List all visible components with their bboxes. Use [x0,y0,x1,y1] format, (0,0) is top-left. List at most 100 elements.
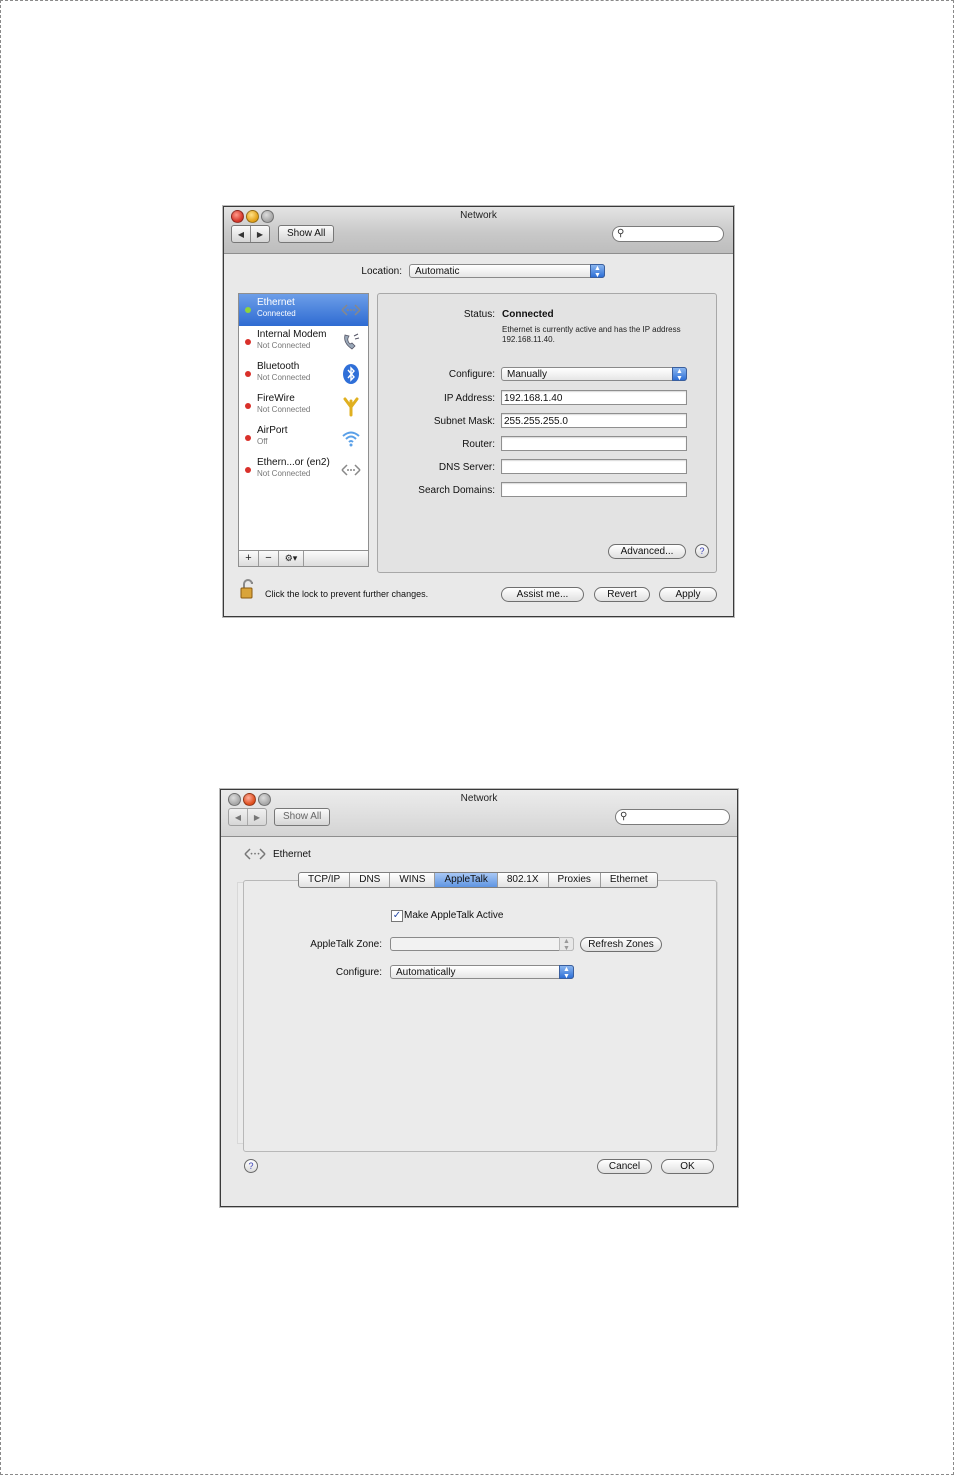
status-dot-icon [245,371,251,377]
advanced-tabs: TCP/IP DNS WINS AppleTalk 802.1X Proxies Ether… [298,872,658,888]
service-item[interactable]: Ethern...or (en2) Not Connected [239,454,368,486]
apply-button[interactable]: Apply [659,587,717,602]
configure-popup[interactable]: Automatically ▲ ▼ [390,965,574,980]
subnet-mask-label: Subnet Mask: [433,416,495,427]
service-name: Ethernet [273,849,311,860]
status-dot-icon [245,435,251,441]
bluetooth-icon [340,363,362,385]
configure-popup[interactable]: Manually ▲ ▼ [501,367,687,382]
assist-me-button[interactable]: Assist me... [501,587,584,602]
lock-text: Click the lock to prevent further change… [265,589,429,599]
service-name: FireWire [257,393,295,404]
router-field[interactable] [501,436,687,451]
cancel-button[interactable]: Cancel [597,1159,652,1174]
ok-button[interactable]: OK [661,1159,714,1174]
ip-address-label: IP Address: [444,393,495,404]
status-dot-icon [245,403,251,409]
ethernet-icon [340,459,362,481]
status-dot-icon [245,339,251,345]
nav-buttons: ◀ ▶ [231,225,270,243]
service-status: Not Connected [257,373,311,382]
firewire-icon [340,395,362,417]
show-all-button[interactable]: Show All [274,808,331,826]
appletalk-zone-label: AppleTalk Zone: [310,939,382,950]
refresh-zones-button[interactable]: Refresh Zones [580,937,662,952]
service-name: Ethern...or (en2) [257,457,330,468]
tab-wins[interactable]: WINS [390,873,436,887]
window-toolbar: Network ◀ ▶ Show All ⚲ [221,790,737,837]
configure-value: Manually [507,369,548,380]
network-window-main: Network ◀ ▶ Show All ⚲ Location: Automat… [223,206,734,617]
telephone-icon [340,331,362,353]
tab-proxies[interactable]: Proxies [549,873,601,887]
tab-appletalk[interactable]: AppleTalk [435,873,498,887]
ethernet-icon: ••• [244,848,266,860]
network-window-advanced: Network ◀ ▶ Show All ⚲ ••• Ethernet TCP/… [220,789,738,1207]
search-icon: ⚲ [620,811,628,822]
dns-server-field[interactable] [501,459,687,474]
service-item[interactable]: FireWire Not Connected [239,390,368,422]
advanced-button[interactable]: Advanced... [608,544,686,559]
service-actions-gear-icon[interactable]: ⚙▾ [279,551,304,566]
service-status: Not Connected [257,405,311,414]
status-description: Ethernet is currently active and has the… [502,325,681,344]
popup-arrows-icon: ▲ ▼ [590,264,605,279]
search-field[interactable]: ⚲ [612,226,724,242]
service-name: Internal Modem [257,329,327,340]
tab-dns[interactable]: DNS [350,873,391,887]
service-item[interactable]: Ethernet Connected [239,294,368,326]
help-icon[interactable]: ? [244,1159,258,1173]
svg-text:•••: ••• [250,851,261,858]
service-item[interactable]: Internal Modem Not Connected [239,326,368,358]
search-field[interactable]: ⚲ [615,809,730,825]
tab-tcp-ip[interactable]: TCP/IP [299,873,351,887]
location-label: Location: [361,266,402,277]
status-label: Status: [463,309,495,320]
appletalk-zone-popup[interactable]: ▲ ▼ [390,937,574,952]
forward-icon[interactable]: ▶ [250,226,269,242]
status-dot-icon [245,307,251,313]
ip-address-field[interactable]: 192.168.1.40 [501,390,687,405]
service-item[interactable]: Bluetooth Not Connected [239,358,368,390]
router-label: Router: [462,439,495,450]
remove-service-button[interactable]: − [259,551,279,566]
subnet-mask-field[interactable]: 255.255.255.0 [501,413,687,428]
dns-server-label: DNS Server: [438,462,495,473]
help-icon[interactable]: ? [695,544,709,558]
status-dot-icon [245,467,251,473]
popup-arrows-icon: ▲ ▼ [559,937,574,952]
window-title: Network [460,793,498,804]
revert-button[interactable]: Revert [594,587,650,602]
search-domains-label: Search Domains: [418,485,495,496]
nav-buttons: ◀ ▶ [228,808,267,826]
service-detail-panel: Status: Connected Ethernet is currently … [377,293,717,573]
configure-label: Configure: [335,967,382,978]
service-name: Bluetooth [257,361,300,372]
search-domains-field[interactable] [501,482,687,497]
tab-ethernet[interactable]: Ethernet [601,873,657,887]
tab-802-1x[interactable]: 802.1X [498,873,549,887]
service-name: Ethernet [257,297,295,308]
make-appletalk-active-checkbox[interactable]: ✓ [391,910,403,922]
location-popup[interactable]: Automatic ▲ ▼ [409,264,605,279]
window-title: Network [460,210,497,221]
lock-icon[interactable] [240,579,256,599]
wifi-icon [340,427,362,449]
window-toolbar: Network ◀ ▶ Show All ⚲ [224,207,733,254]
back-icon[interactable]: ◀ [232,226,250,242]
popup-arrows-icon: ▲ ▼ [559,965,574,980]
configure-label: Configure: [448,369,495,380]
service-list-toolbar: + − ⚙▾ [238,551,369,567]
search-icon: ⚲ [617,228,625,239]
service-name: AirPort [257,425,288,436]
forward-icon[interactable]: ▶ [247,809,266,825]
show-all-button[interactable]: Show All [278,225,335,243]
service-status: Not Connected [257,341,311,350]
service-item[interactable]: AirPort Off [239,422,368,454]
location-value: Automatic [415,266,460,277]
status-value: Connected [502,309,554,320]
add-service-button[interactable]: + [239,551,259,566]
make-appletalk-active-label: Make AppleTalk Active [404,910,504,921]
service-list: Ethernet Connected Internal Modem Not Conne… [238,293,369,551]
back-icon[interactable]: ◀ [229,809,247,825]
